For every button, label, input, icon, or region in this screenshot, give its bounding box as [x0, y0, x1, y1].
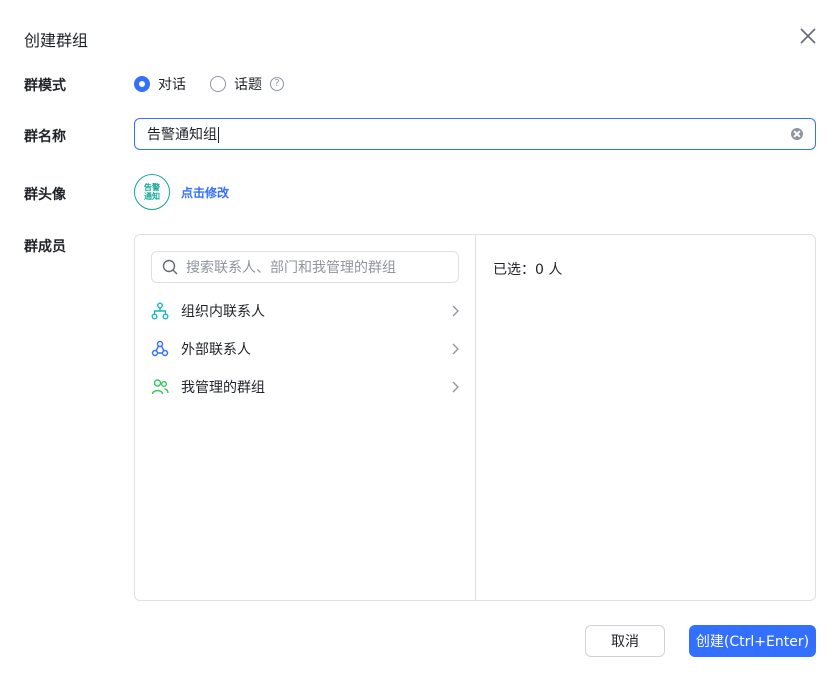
group-avatar[interactable]: 告警 通知 [134, 174, 170, 210]
mode-option-label: 对话 [158, 77, 186, 93]
selected-count: 已选：0 人 [493, 262, 563, 278]
member-search-input[interactable]: 搜索联系人、部门和我管理的群组 [151, 251, 459, 283]
source-item-org-contacts[interactable]: 组织内联系人 [151, 295, 459, 327]
chevron-right-icon [452, 305, 459, 317]
org-tree-icon [151, 302, 169, 320]
source-item-label: 组织内联系人 [181, 304, 265, 320]
mode-radio-group: 对话 话题 ? [134, 74, 284, 94]
selected-members-pane: 已选：0 人 [477, 235, 815, 600]
avatar-text-line1: 告警 [144, 183, 160, 192]
text-caret [218, 127, 219, 143]
search-icon [162, 259, 178, 275]
clear-input-icon[interactable] [791, 128, 803, 140]
chevron-right-icon [452, 343, 459, 355]
member-picker-panel: 搜索联系人、部门和我管理的群组 组织内联系人 外部联系人 我管理的群组 已选：0… [134, 234, 816, 601]
help-icon[interactable]: ? [270, 77, 284, 91]
managed-groups-icon [151, 379, 169, 395]
source-item-label: 外部联系人 [181, 342, 251, 358]
source-item-managed-groups[interactable]: 我管理的群组 [151, 371, 459, 403]
mode-option-chat[interactable]: 对话 [134, 74, 186, 94]
external-contacts-icon [151, 340, 169, 357]
source-item-label: 我管理的群组 [181, 380, 265, 396]
radio-unchecked-icon [210, 76, 226, 92]
group-name-input[interactable]: 告警通知组 [134, 118, 816, 150]
group-name-value: 告警通知组 [147, 127, 217, 143]
dialog-title: 创建群组 [24, 31, 89, 50]
members-label: 群成员 [24, 239, 66, 255]
close-icon[interactable] [798, 26, 818, 46]
member-source-pane: 搜索联系人、部门和我管理的群组 组织内联系人 外部联系人 我管理的群组 [135, 235, 476, 600]
create-button[interactable]: 创建(Ctrl+Enter) [689, 625, 816, 657]
chevron-right-icon [452, 381, 459, 393]
name-label: 群名称 [24, 129, 66, 145]
avatar-text-line2: 通知 [144, 192, 160, 201]
avatar-label: 群头像 [24, 187, 66, 203]
edit-avatar-link[interactable]: 点击修改 [181, 184, 229, 201]
search-placeholder: 搜索联系人、部门和我管理的群组 [186, 260, 396, 276]
mode-option-topic[interactable]: 话题 [210, 74, 262, 94]
radio-checked-icon [134, 76, 150, 92]
create-group-dialog: 创建群组 群模式 对话 话题 ? 群名称 告警通知组 群头像 告警 通知 点击修… [0, 0, 840, 681]
mode-option-label: 话题 [234, 77, 262, 93]
source-item-external-contacts[interactable]: 外部联系人 [151, 333, 459, 365]
mode-label: 群模式 [24, 78, 66, 94]
cancel-button[interactable]: 取消 [585, 625, 665, 657]
